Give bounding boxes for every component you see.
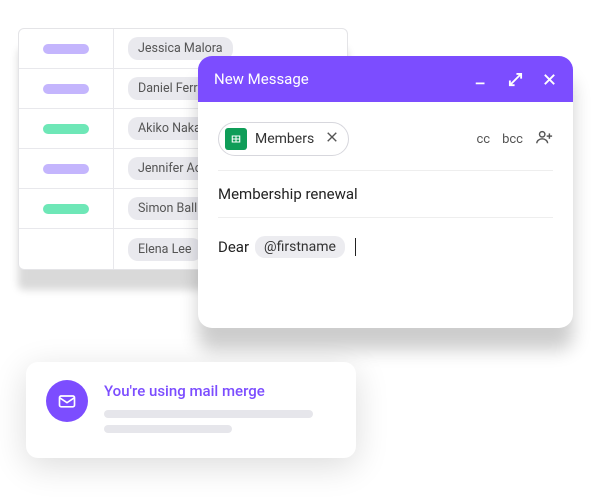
subject-input[interactable]: Membership renewal	[218, 171, 553, 218]
tag-pill	[43, 124, 89, 134]
tag-pill	[43, 84, 89, 94]
tag-cell	[19, 109, 114, 148]
text-cursor	[355, 238, 356, 256]
cc-button[interactable]: cc	[476, 132, 490, 147]
tag-cell	[19, 29, 114, 68]
toast-title: You're using mail merge	[104, 382, 336, 400]
cc-bcc-actions: cc bcc	[476, 128, 553, 150]
close-icon[interactable]	[541, 71, 557, 87]
minimize-icon[interactable]	[473, 71, 489, 87]
tag-pill	[43, 44, 89, 54]
placeholder-line	[104, 410, 313, 418]
compose-body: Members cc bcc Membership renewal Dea	[198, 102, 573, 328]
message-body[interactable]: Dear @firstname	[218, 218, 553, 288]
recipient-chip[interactable]: Members	[218, 122, 349, 156]
placeholder-line	[104, 425, 232, 433]
compose-window: New Message Members	[198, 56, 573, 328]
tag-cell	[19, 69, 114, 108]
body-greeting-text: Dear	[218, 238, 249, 256]
compose-header: New Message	[198, 56, 573, 102]
tag-pill	[43, 164, 89, 174]
mail-merge-toast: You're using mail merge	[26, 362, 356, 458]
compose-header-actions	[473, 71, 557, 87]
chip-remove-icon[interactable]	[326, 131, 338, 147]
compose-title: New Message	[214, 70, 473, 88]
sheets-icon	[225, 128, 247, 150]
tag-cell	[19, 229, 114, 269]
subject-text: Membership renewal	[218, 185, 358, 203]
mail-merge-icon	[46, 380, 88, 422]
bcc-button[interactable]: bcc	[502, 132, 523, 147]
tag-cell	[19, 189, 114, 228]
expand-icon[interactable]	[507, 71, 523, 87]
toast-content: You're using mail merge	[104, 380, 336, 440]
add-recipient-icon[interactable]	[535, 128, 553, 150]
tag-cell	[19, 149, 114, 188]
merge-variable-chip[interactable]: @firstname	[255, 236, 345, 258]
name-chip: Elena Lee	[128, 238, 202, 261]
recipients-row[interactable]: Members cc bcc	[218, 116, 553, 171]
name-chip: Daniel Ferr	[128, 77, 208, 100]
recipient-chip-label: Members	[255, 131, 314, 147]
tag-pill	[43, 204, 89, 214]
